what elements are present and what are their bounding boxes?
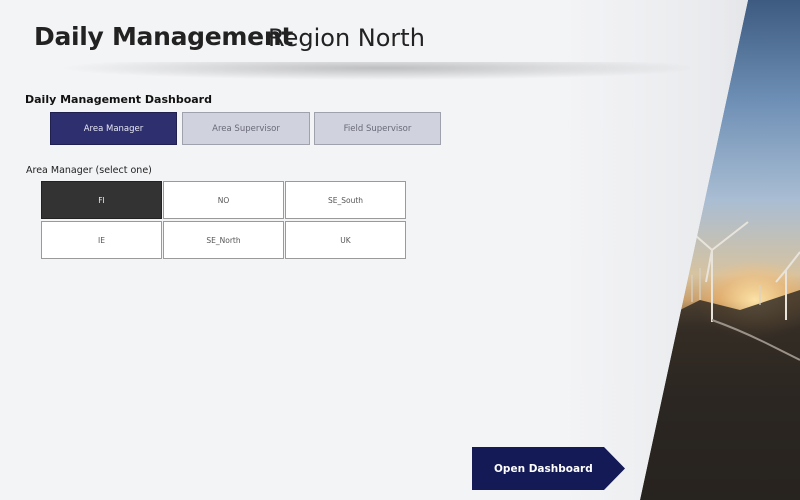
region-button-no[interactable]: NO — [163, 181, 284, 219]
region-button-fi[interactable]: FI — [41, 181, 162, 219]
select-label: Area Manager (select one) — [26, 165, 152, 176]
region-button-uk[interactable]: UK — [285, 221, 406, 259]
open-dashboard-label: Open Dashboard — [494, 462, 593, 475]
page-title: Daily Management — [34, 22, 293, 51]
header-divider — [40, 62, 690, 92]
role-button-area-manager[interactable]: Area Manager — [50, 112, 177, 145]
role-button-area-supervisor[interactable]: Area Supervisor — [182, 112, 310, 145]
role-button-field-supervisor[interactable]: Field Supervisor — [314, 112, 441, 145]
region-button-se-south[interactable]: SE_South — [285, 181, 406, 219]
region-button-ie[interactable]: IE — [41, 221, 162, 259]
region-title: Region North — [268, 24, 425, 52]
region-button-se-north[interactable]: SE_North — [163, 221, 284, 259]
section-title: Daily Management Dashboard — [25, 93, 212, 106]
open-dashboard-button[interactable]: Open Dashboard — [472, 447, 625, 490]
